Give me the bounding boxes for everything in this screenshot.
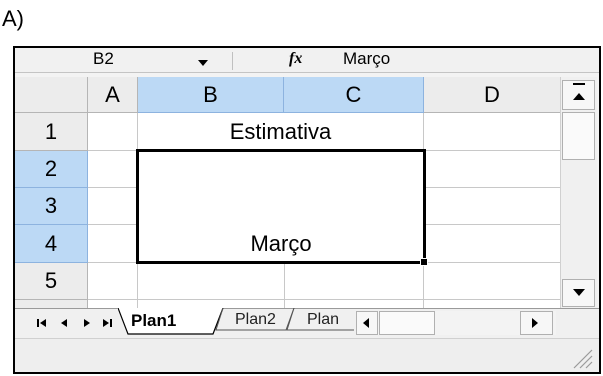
gridline [284, 263, 285, 308]
column-header-c[interactable]: C [284, 77, 424, 113]
scroll-down-arrow-icon [573, 289, 585, 296]
formula-bar-divider [232, 52, 233, 70]
fx-icon[interactable]: fx [289, 50, 302, 68]
gridline [88, 299, 560, 300]
row-header-5[interactable]: 5 [15, 263, 88, 300]
last-sheet-icon[interactable] [100, 316, 114, 330]
row-label: 1 [44, 118, 58, 144]
sheet-tab-plan2[interactable]: Plan2 [235, 311, 276, 329]
column-header-b[interactable]: B [138, 77, 284, 113]
column-header-d[interactable]: D [424, 77, 560, 113]
next-sheet-icon[interactable] [81, 316, 93, 330]
question-label: A) [2, 6, 24, 31]
scroll-right-arrow-icon [532, 318, 538, 328]
column-header-a[interactable]: A [88, 77, 138, 113]
horizontal-scroll-thumb[interactable] [379, 311, 435, 335]
resize-grip-icon[interactable] [566, 346, 594, 370]
cell-text: Estimativa [229, 118, 332, 144]
scroll-left-arrow-icon [363, 318, 369, 328]
name-box-dropdown-icon[interactable] [198, 60, 208, 66]
row-header-partial [15, 300, 88, 308]
first-sheet-icon[interactable] [36, 316, 50, 330]
sheet-tab-plan1[interactable]: Plan1 [131, 311, 176, 331]
row-header-3[interactable]: 3 [15, 188, 88, 225]
row-header-4[interactable]: 4 [15, 225, 88, 263]
column-label: B [203, 81, 218, 107]
scroll-up-arrow-icon [573, 83, 585, 85]
sheet-tab-plan3[interactable]: Plan [307, 311, 339, 329]
status-bar [15, 338, 599, 372]
prev-sheet-icon[interactable] [59, 316, 71, 330]
row-label: 3 [44, 193, 58, 218]
column-label: D [484, 81, 500, 107]
scroll-up-arrow-icon [573, 93, 585, 100]
column-label: A [105, 81, 120, 107]
fill-handle[interactable] [420, 258, 428, 266]
formula-content[interactable]: Março [343, 49, 390, 69]
cell-b1-c1-merged[interactable]: Estimativa [138, 113, 423, 150]
row-header-2[interactable]: 2 [15, 151, 88, 188]
row-label: 2 [44, 156, 58, 181]
scroll-thumb[interactable] [562, 112, 595, 160]
select-all-corner[interactable] [15, 77, 88, 113]
column-label: C [345, 81, 362, 107]
row-header-1[interactable]: 1 [15, 113, 88, 151]
name-box[interactable]: B2 [93, 49, 114, 69]
cell-text: Março [250, 231, 312, 256]
row-label: 5 [44, 268, 58, 293]
row-label: 4 [44, 230, 58, 256]
